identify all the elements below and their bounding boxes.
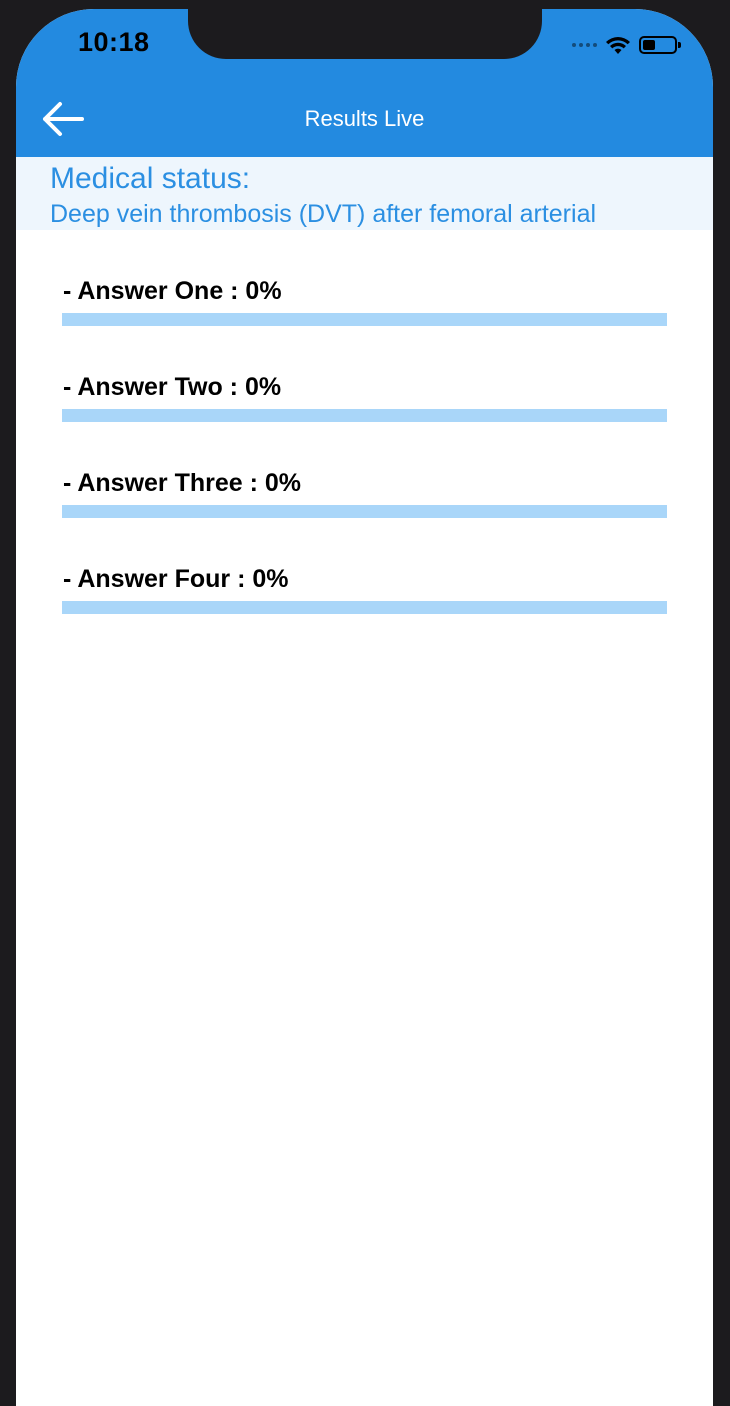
answer-item-two: - Answer Two : 0%: [62, 373, 667, 469]
answer-item-three: - Answer Three : 0%: [62, 469, 667, 565]
answer-progress-bar: [62, 601, 667, 614]
answer-item-one: - Answer One : 0%: [62, 277, 667, 373]
navigation-header: 10:18 Results Live: [16, 9, 713, 157]
device-notch: [188, 9, 542, 59]
wifi-icon: [606, 37, 630, 54]
answer-progress-bar: [62, 409, 667, 422]
page-title: Results Live: [304, 106, 425, 131]
medical-status-panel: Medical status: Deep vein thrombosis (DV…: [16, 157, 713, 230]
answer-label: - Answer Three : 0%: [63, 469, 302, 497]
answer-label: - Answer Four : 0%: [63, 565, 289, 593]
answer-progress-bar: [62, 505, 667, 518]
status-time: 10:18: [78, 27, 150, 57]
answer-progress-bar: [62, 313, 667, 326]
app-screen: 10:18 Results Live Medical status: Deep …: [16, 9, 713, 1406]
medical-status-text: Deep vein thrombosis (DVT) after femoral…: [50, 200, 597, 228]
answers-list: - Answer One : 0% - Answer Two : 0% - An…: [62, 277, 667, 661]
answer-label: - Answer Two : 0%: [63, 373, 282, 401]
device-frame: 10:18 Results Live Medical status: Deep …: [0, 0, 730, 1406]
cellular-signal-icon: [572, 43, 597, 47]
status-icons: [572, 32, 681, 58]
answer-label: - Answer One : 0%: [63, 277, 282, 305]
answer-item-four: - Answer Four : 0%: [62, 565, 667, 661]
battery-icon: [639, 36, 681, 54]
medical-status-label: Medical status:: [50, 162, 251, 195]
